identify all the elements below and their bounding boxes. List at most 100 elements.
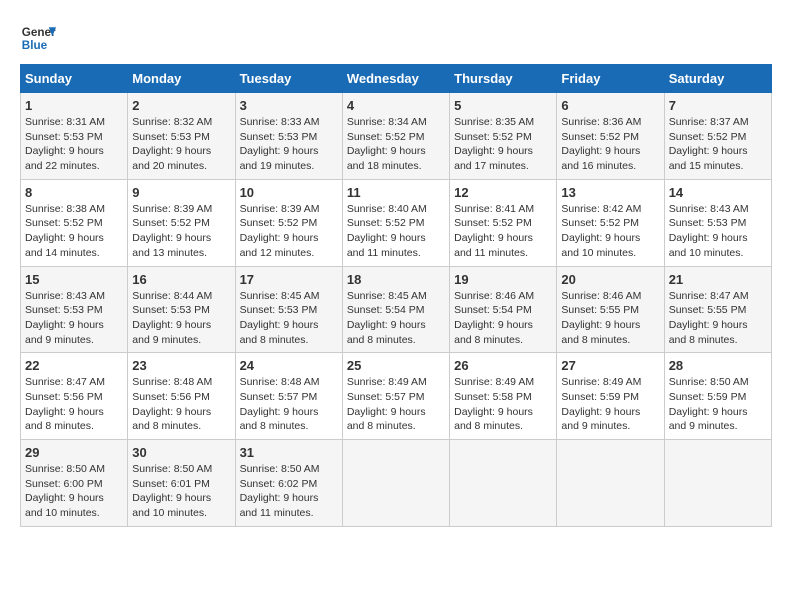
calendar-cell: 27 Sunrise: 8:49 AMSunset: 5:59 PMDaylig… — [557, 353, 664, 440]
day-number: 20 — [561, 272, 659, 287]
calendar-cell: 26 Sunrise: 8:49 AMSunset: 5:58 PMDaylig… — [450, 353, 557, 440]
calendar-cell: 4 Sunrise: 8:34 AMSunset: 5:52 PMDayligh… — [342, 93, 449, 180]
calendar-cell: 13 Sunrise: 8:42 AMSunset: 5:52 PMDaylig… — [557, 179, 664, 266]
day-detail: Sunrise: 8:39 AMSunset: 5:52 PMDaylight:… — [240, 202, 338, 261]
calendar-cell: 11 Sunrise: 8:40 AMSunset: 5:52 PMDaylig… — [342, 179, 449, 266]
day-number: 27 — [561, 358, 659, 373]
day-detail: Sunrise: 8:50 AMSunset: 6:01 PMDaylight:… — [132, 462, 230, 521]
calendar-cell: 20 Sunrise: 8:46 AMSunset: 5:55 PMDaylig… — [557, 266, 664, 353]
day-detail: Sunrise: 8:36 AMSunset: 5:52 PMDaylight:… — [561, 115, 659, 174]
calendar-cell: 28 Sunrise: 8:50 AMSunset: 5:59 PMDaylig… — [664, 353, 771, 440]
calendar-cell: 18 Sunrise: 8:45 AMSunset: 5:54 PMDaylig… — [342, 266, 449, 353]
day-of-week-header: Saturday — [664, 65, 771, 93]
day-number: 6 — [561, 98, 659, 113]
day-detail: Sunrise: 8:41 AMSunset: 5:52 PMDaylight:… — [454, 202, 552, 261]
calendar-week-row: 29 Sunrise: 8:50 AMSunset: 6:00 PMDaylig… — [21, 440, 772, 527]
day-of-week-header: Sunday — [21, 65, 128, 93]
calendar-cell: 29 Sunrise: 8:50 AMSunset: 6:00 PMDaylig… — [21, 440, 128, 527]
calendar-week-row: 8 Sunrise: 8:38 AMSunset: 5:52 PMDayligh… — [21, 179, 772, 266]
day-detail: Sunrise: 8:37 AMSunset: 5:52 PMDaylight:… — [669, 115, 767, 174]
day-detail: Sunrise: 8:49 AMSunset: 5:59 PMDaylight:… — [561, 375, 659, 434]
day-number: 19 — [454, 272, 552, 287]
day-number: 9 — [132, 185, 230, 200]
day-number: 24 — [240, 358, 338, 373]
calendar-cell — [342, 440, 449, 527]
calendar-cell: 22 Sunrise: 8:47 AMSunset: 5:56 PMDaylig… — [21, 353, 128, 440]
calendar-table: SundayMondayTuesdayWednesdayThursdayFrid… — [20, 64, 772, 527]
day-number: 17 — [240, 272, 338, 287]
day-detail: Sunrise: 8:46 AMSunset: 5:54 PMDaylight:… — [454, 289, 552, 348]
logo-icon: General Blue — [20, 20, 56, 56]
day-number: 7 — [669, 98, 767, 113]
day-of-week-header: Monday — [128, 65, 235, 93]
day-detail: Sunrise: 8:31 AMSunset: 5:53 PMDaylight:… — [25, 115, 123, 174]
day-detail: Sunrise: 8:43 AMSunset: 5:53 PMDaylight:… — [669, 202, 767, 261]
day-of-week-header: Thursday — [450, 65, 557, 93]
calendar-cell: 2 Sunrise: 8:32 AMSunset: 5:53 PMDayligh… — [128, 93, 235, 180]
day-detail: Sunrise: 8:39 AMSunset: 5:52 PMDaylight:… — [132, 202, 230, 261]
calendar-cell: 15 Sunrise: 8:43 AMSunset: 5:53 PMDaylig… — [21, 266, 128, 353]
calendar-cell: 23 Sunrise: 8:48 AMSunset: 5:56 PMDaylig… — [128, 353, 235, 440]
day-number: 23 — [132, 358, 230, 373]
day-number: 4 — [347, 98, 445, 113]
calendar-cell: 14 Sunrise: 8:43 AMSunset: 5:53 PMDaylig… — [664, 179, 771, 266]
day-detail: Sunrise: 8:44 AMSunset: 5:53 PMDaylight:… — [132, 289, 230, 348]
calendar-week-row: 15 Sunrise: 8:43 AMSunset: 5:53 PMDaylig… — [21, 266, 772, 353]
header: General Blue — [20, 20, 772, 56]
day-detail: Sunrise: 8:50 AMSunset: 5:59 PMDaylight:… — [669, 375, 767, 434]
calendar-cell: 30 Sunrise: 8:50 AMSunset: 6:01 PMDaylig… — [128, 440, 235, 527]
day-number: 13 — [561, 185, 659, 200]
day-number: 10 — [240, 185, 338, 200]
day-detail: Sunrise: 8:38 AMSunset: 5:52 PMDaylight:… — [25, 202, 123, 261]
calendar-cell — [557, 440, 664, 527]
calendar-cell: 24 Sunrise: 8:48 AMSunset: 5:57 PMDaylig… — [235, 353, 342, 440]
day-detail: Sunrise: 8:50 AMSunset: 6:02 PMDaylight:… — [240, 462, 338, 521]
day-detail: Sunrise: 8:34 AMSunset: 5:52 PMDaylight:… — [347, 115, 445, 174]
day-number: 3 — [240, 98, 338, 113]
day-number: 8 — [25, 185, 123, 200]
logo: General Blue — [20, 20, 56, 56]
calendar-cell: 6 Sunrise: 8:36 AMSunset: 5:52 PMDayligh… — [557, 93, 664, 180]
svg-text:Blue: Blue — [22, 39, 48, 52]
day-number: 30 — [132, 445, 230, 460]
day-detail: Sunrise: 8:48 AMSunset: 5:57 PMDaylight:… — [240, 375, 338, 434]
day-detail: Sunrise: 8:35 AMSunset: 5:52 PMDaylight:… — [454, 115, 552, 174]
calendar-cell: 17 Sunrise: 8:45 AMSunset: 5:53 PMDaylig… — [235, 266, 342, 353]
day-detail: Sunrise: 8:43 AMSunset: 5:53 PMDaylight:… — [25, 289, 123, 348]
day-number: 15 — [25, 272, 123, 287]
day-detail: Sunrise: 8:46 AMSunset: 5:55 PMDaylight:… — [561, 289, 659, 348]
calendar-cell: 9 Sunrise: 8:39 AMSunset: 5:52 PMDayligh… — [128, 179, 235, 266]
calendar-cell: 31 Sunrise: 8:50 AMSunset: 6:02 PMDaylig… — [235, 440, 342, 527]
day-detail: Sunrise: 8:32 AMSunset: 5:53 PMDaylight:… — [132, 115, 230, 174]
day-of-week-header: Friday — [557, 65, 664, 93]
calendar-cell: 21 Sunrise: 8:47 AMSunset: 5:55 PMDaylig… — [664, 266, 771, 353]
day-number: 2 — [132, 98, 230, 113]
day-number: 1 — [25, 98, 123, 113]
day-number: 14 — [669, 185, 767, 200]
day-detail: Sunrise: 8:49 AMSunset: 5:57 PMDaylight:… — [347, 375, 445, 434]
day-detail: Sunrise: 8:48 AMSunset: 5:56 PMDaylight:… — [132, 375, 230, 434]
day-number: 29 — [25, 445, 123, 460]
day-number: 25 — [347, 358, 445, 373]
day-of-week-header: Wednesday — [342, 65, 449, 93]
calendar-week-row: 1 Sunrise: 8:31 AMSunset: 5:53 PMDayligh… — [21, 93, 772, 180]
day-detail: Sunrise: 8:47 AMSunset: 5:55 PMDaylight:… — [669, 289, 767, 348]
calendar-cell: 8 Sunrise: 8:38 AMSunset: 5:52 PMDayligh… — [21, 179, 128, 266]
calendar-cell: 12 Sunrise: 8:41 AMSunset: 5:52 PMDaylig… — [450, 179, 557, 266]
calendar-cell: 16 Sunrise: 8:44 AMSunset: 5:53 PMDaylig… — [128, 266, 235, 353]
calendar-cell: 3 Sunrise: 8:33 AMSunset: 5:53 PMDayligh… — [235, 93, 342, 180]
day-detail: Sunrise: 8:47 AMSunset: 5:56 PMDaylight:… — [25, 375, 123, 434]
calendar-cell: 5 Sunrise: 8:35 AMSunset: 5:52 PMDayligh… — [450, 93, 557, 180]
calendar-week-row: 22 Sunrise: 8:47 AMSunset: 5:56 PMDaylig… — [21, 353, 772, 440]
day-detail: Sunrise: 8:33 AMSunset: 5:53 PMDaylight:… — [240, 115, 338, 174]
day-detail: Sunrise: 8:45 AMSunset: 5:53 PMDaylight:… — [240, 289, 338, 348]
day-number: 28 — [669, 358, 767, 373]
day-detail: Sunrise: 8:49 AMSunset: 5:58 PMDaylight:… — [454, 375, 552, 434]
calendar-cell: 1 Sunrise: 8:31 AMSunset: 5:53 PMDayligh… — [21, 93, 128, 180]
day-number: 12 — [454, 185, 552, 200]
day-number: 21 — [669, 272, 767, 287]
calendar-cell: 25 Sunrise: 8:49 AMSunset: 5:57 PMDaylig… — [342, 353, 449, 440]
day-number: 11 — [347, 185, 445, 200]
day-number: 16 — [132, 272, 230, 287]
calendar-header-row: SundayMondayTuesdayWednesdayThursdayFrid… — [21, 65, 772, 93]
